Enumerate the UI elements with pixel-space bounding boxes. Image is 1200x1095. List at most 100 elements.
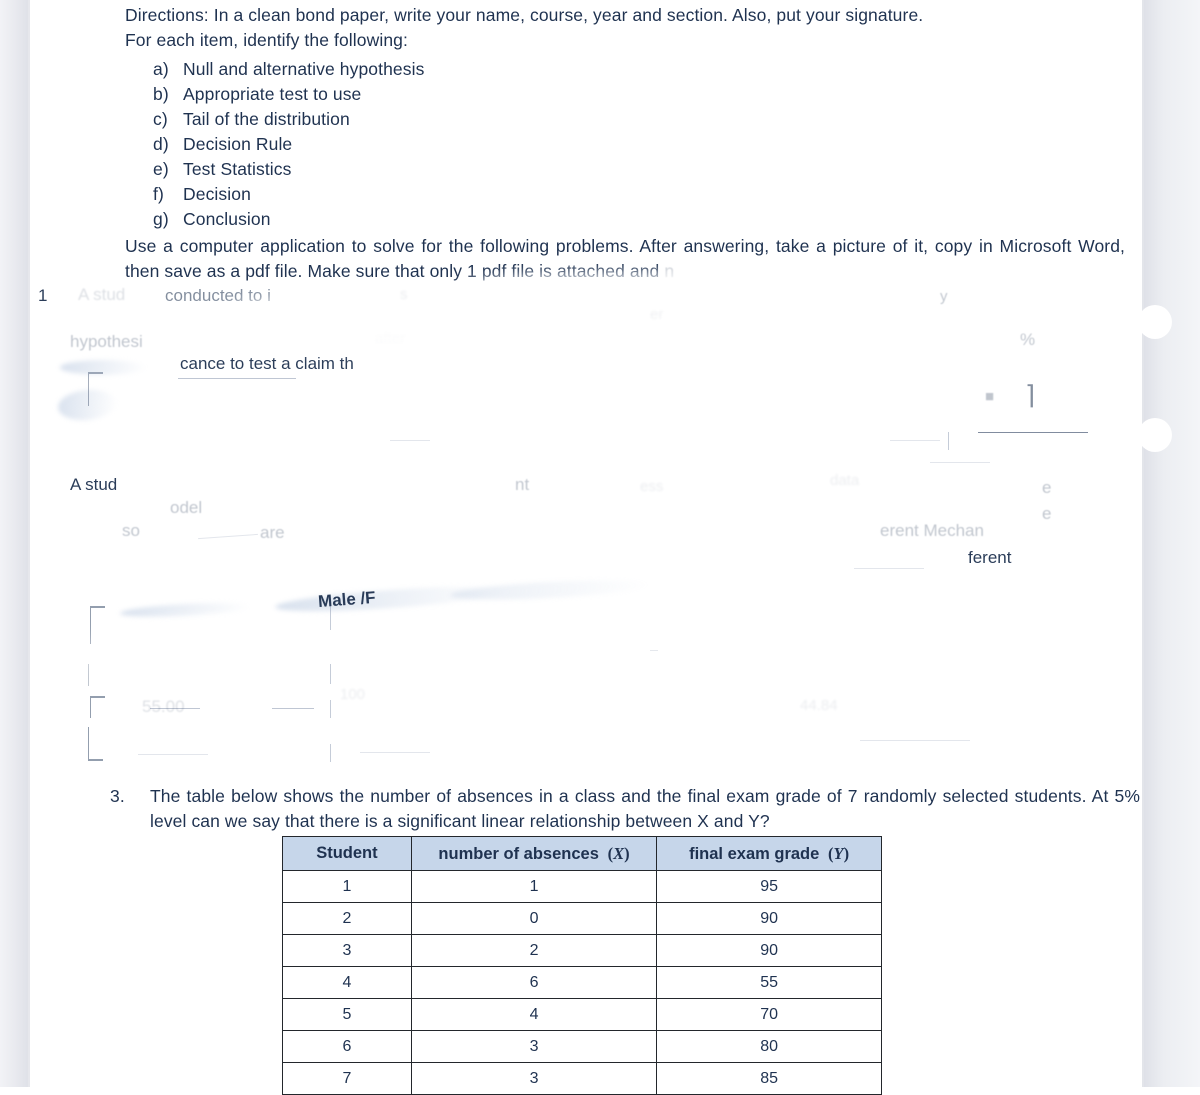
residual-bracket bbox=[88, 727, 103, 761]
column-header-student: Student bbox=[282, 836, 412, 871]
item-3-block: 3. The table below shows the number of a… bbox=[110, 784, 1140, 834]
list-item-label: Decision Rule bbox=[183, 134, 293, 154]
residual-underline bbox=[178, 378, 296, 379]
cell-absences: 4 bbox=[410, 998, 658, 1031]
cell-grade: 90 bbox=[656, 902, 882, 935]
list-marker: e) bbox=[153, 159, 169, 179]
erased-fragment: y bbox=[940, 288, 948, 305]
list-item-label: Tail of the distribution bbox=[183, 109, 350, 129]
erasure-wash bbox=[180, 322, 820, 350]
erased-fragment: data bbox=[830, 472, 860, 489]
variable-x: X bbox=[613, 843, 625, 863]
erased-fragment: A stud bbox=[70, 475, 118, 494]
residual-vertical-rule bbox=[330, 664, 331, 684]
residual-vertical-rule bbox=[330, 744, 331, 762]
list-item: b) Appropriate test to use bbox=[153, 82, 1125, 107]
cell-student: 3 bbox=[282, 934, 412, 967]
table-row: 2 0 90 bbox=[282, 902, 882, 935]
residual-bracket bbox=[88, 664, 89, 686]
erased-fragment: A stud bbox=[78, 285, 126, 304]
scan-edge-notch bbox=[1138, 418, 1172, 452]
table-row: 4 6 55 bbox=[282, 966, 882, 999]
item-3-row: 3. The table below shows the number of a… bbox=[110, 784, 1140, 834]
list-item-label: Decision bbox=[183, 184, 251, 204]
cell-student: 5 bbox=[282, 998, 412, 1031]
residual-rule bbox=[150, 708, 200, 709]
table-row: 7 3 85 bbox=[282, 1062, 882, 1095]
residual-rule bbox=[360, 752, 430, 753]
erased-fragment: ferent bbox=[968, 548, 1012, 567]
list-item: g) Conclusion bbox=[153, 207, 1125, 232]
cell-student: 6 bbox=[282, 1030, 412, 1063]
table-row: 1 1 95 bbox=[282, 870, 882, 903]
cell-grade: 80 bbox=[656, 1030, 882, 1063]
list-item-label: Conclusion bbox=[183, 209, 271, 229]
erasure-wash bbox=[510, 602, 930, 642]
residual-vertical-rule bbox=[330, 602, 331, 630]
page-sheet: Directions: In a clean bond paper, write… bbox=[30, 0, 1142, 1095]
scan-left-edge bbox=[0, 0, 28, 1087]
erasure-smudge bbox=[56, 387, 118, 423]
erased-fragment: e bbox=[1042, 504, 1052, 523]
erased-fragment: ess bbox=[640, 478, 664, 495]
residual-rule bbox=[854, 568, 924, 569]
cell-grade: 55 bbox=[656, 966, 882, 999]
erasure-wash bbox=[360, 512, 820, 542]
scan-right-edge bbox=[1144, 0, 1200, 1087]
erased-fragment: hypothesi bbox=[70, 332, 143, 351]
column-header-grade-label: final exam grade bbox=[689, 844, 820, 863]
list-item-label: Appropriate test to use bbox=[183, 84, 362, 104]
paren-open: ( bbox=[603, 843, 614, 863]
erasure-smudge bbox=[274, 581, 506, 617]
list-item-label: Test Statistics bbox=[183, 159, 292, 179]
table-row: 5 4 70 bbox=[282, 998, 882, 1031]
cell-absences: 2 bbox=[410, 934, 658, 967]
item-3-text: The table below shows the number of abse… bbox=[150, 786, 1140, 831]
scan-edge-notch bbox=[1138, 305, 1172, 339]
residual-vertical-rule bbox=[330, 700, 331, 718]
residual-rule bbox=[650, 650, 658, 651]
residual-bracket bbox=[90, 696, 105, 718]
list-item: f) Decision bbox=[153, 182, 1125, 207]
residual-bracket bbox=[90, 606, 105, 644]
residual-glyph: ⌉ bbox=[1025, 380, 1036, 410]
table-row: 6 3 80 bbox=[282, 1030, 882, 1063]
directions-line-1: Directions: In a clean bond paper, write… bbox=[125, 5, 924, 25]
residual-rule bbox=[138, 754, 208, 755]
cell-student: 4 bbox=[282, 966, 412, 999]
erasure-wash bbox=[90, 622, 290, 682]
residual-vertical-rule bbox=[948, 432, 949, 450]
column-header-grade: final exam grade (Y) bbox=[656, 836, 882, 871]
list-marker: d) bbox=[153, 134, 169, 154]
residual-rule bbox=[390, 440, 430, 441]
cell-student: 7 bbox=[282, 1062, 412, 1095]
table-row: 3 2 90 bbox=[282, 934, 882, 967]
paren-close: ) bbox=[624, 843, 630, 863]
erased-fragment: cance to test a claim th bbox=[180, 354, 354, 373]
paren-close: ) bbox=[843, 843, 850, 863]
erased-fragment: 55.00 bbox=[142, 697, 185, 716]
identify-list: a) Null and alternative hypothesis b) Ap… bbox=[125, 57, 1125, 232]
erasure-smudge bbox=[449, 576, 651, 604]
list-item: c) Tail of the distribution bbox=[153, 107, 1125, 132]
list-item: e) Test Statistics bbox=[153, 157, 1125, 182]
scan-right-edge-line bbox=[1142, 0, 1144, 1087]
list-marker: a) bbox=[153, 59, 169, 79]
erasure-smudge bbox=[119, 600, 251, 620]
residual-rule bbox=[890, 440, 940, 441]
directions-block: Directions: In a clean bond paper, write… bbox=[125, 3, 1125, 284]
erased-region: ⌉ ■ 1 A stud conducted to i s y er hypot… bbox=[30, 272, 1142, 772]
erased-fragment: conducted to i bbox=[165, 286, 271, 305]
erased-fragment: so bbox=[122, 521, 140, 540]
instruction-paragraph: Use a computer application to solve for … bbox=[125, 234, 1125, 284]
erased-fragment: erent Mechan bbox=[880, 521, 984, 540]
erasure-smudge bbox=[60, 360, 146, 375]
erased-fragment: e bbox=[1042, 478, 1052, 497]
cell-absences: 0 bbox=[410, 902, 658, 935]
erased-fragment: after bbox=[375, 330, 406, 347]
variable-y: Y bbox=[833, 843, 844, 863]
cell-grade: 70 bbox=[656, 998, 882, 1031]
item-3-number: 3. bbox=[110, 786, 125, 806]
erasure-wash bbox=[420, 468, 500, 494]
instruction-tail-fragment: n bbox=[664, 261, 675, 281]
